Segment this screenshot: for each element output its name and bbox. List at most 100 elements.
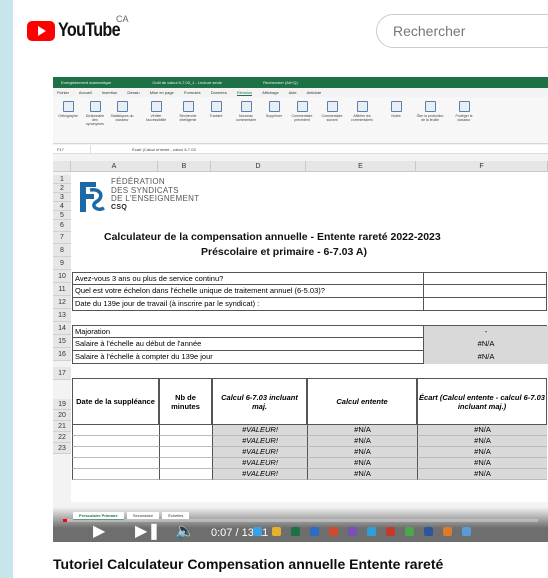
row-number[interactable]: 19 [53,399,71,410]
formula-content: Écart (Calcul entente - calcul 6-7.03 [132,147,196,152]
next-icon[interactable]: ▶❚ [135,524,161,540]
excel-tab: Insertion [101,90,118,95]
row-number[interactable]: 9 [53,257,71,270]
excel-tab: Dessin [127,90,140,95]
search-input[interactable]: Rechercher [376,14,548,48]
sheet-tab[interactable]: Échelles [162,512,190,519]
row-number[interactable]: 6 [53,220,71,232]
row-number[interactable]: 14 [53,322,71,335]
name-box[interactable]: F17 [53,145,91,154]
ribbon-item: Afficher les commentaires [349,100,375,140]
table-cell[interactable]: #VALEUR! [212,425,307,436]
ribbon-item: Recherche intelligente [175,100,201,140]
ribbon-item: Statistiques du classeur [110,100,134,140]
video-player[interactable]: Enregistrement automatique Outil de calc… [53,77,548,542]
table-cell[interactable] [159,425,212,436]
excel-tab-active: Révision [236,90,253,96]
sheet-tab[interactable]: Secondaire [126,512,160,519]
table-cell[interactable] [159,469,212,480]
excel-tab: Antidote [306,90,322,95]
table-cell[interactable]: #VALEUR! [212,469,307,480]
row-number[interactable]: 17 [53,367,71,380]
answer-cell[interactable] [423,298,548,311]
windows-taskbar [253,527,471,536]
progress-played [63,519,68,522]
fse-logo-icon [80,182,105,212]
table-cell[interactable]: #N/A [307,458,417,469]
table-cell[interactable]: #N/A [417,436,547,447]
row-number[interactable]: 3 [53,193,71,202]
table-cell[interactable]: #VALEUR! [212,436,307,447]
col-header-calc-entente: Calcul entente [307,378,417,425]
question-row: Avez-vous 3 ans ou plus de service conti… [72,272,547,286]
table-cell[interactable] [72,425,159,436]
row-number[interactable]: 1 [53,175,71,184]
column-header[interactable]: E [306,161,416,172]
col-header-minutes: Nb de minutes [159,378,212,425]
table-cell[interactable]: #N/A [417,469,547,480]
row-number[interactable]: 15 [53,335,71,348]
row-number[interactable]: 23 [53,443,71,454]
row-number[interactable]: 20 [53,410,71,421]
fse-logo-text: FÉDÉRATION DES SYNDICATS DE L'ENSEIGNEME… [111,177,200,211]
table-cell[interactable] [72,436,159,447]
table-cell[interactable]: #VALEUR! [212,447,307,458]
table-cell[interactable] [72,458,159,469]
progress-bar[interactable] [63,519,538,522]
stats-icon [116,101,128,112]
table-cell[interactable] [72,469,159,480]
excel-ribbon: Orthographe Dictionnaire des synonymes S… [53,97,548,144]
excel-tab: Fichier [57,90,70,95]
excel-tab: Accueil [78,90,92,95]
youtube-play-icon [27,21,55,41]
taskbar-app-icon [253,527,262,536]
row-number[interactable]: 2 [53,184,71,193]
answer-cell[interactable] [423,285,548,298]
row-number[interactable]: 11 [53,283,71,296]
next-comment-icon [326,101,338,112]
table-cell[interactable] [159,458,212,469]
table-cell[interactable] [159,436,212,447]
question-row: Date du 139e jour de travail (à inscrire… [72,298,547,311]
row-number[interactable]: 21 [53,421,71,432]
table-cell[interactable]: #N/A [307,436,417,447]
row-number[interactable]: 5 [53,211,71,220]
table-cell[interactable]: #VALEUR! [212,458,307,469]
spreadsheet-grid[interactable]: FÉDÉRATION DES SYNDICATS DE L'ENSEIGNEME… [71,172,548,502]
row-number[interactable]: 8 [53,244,71,257]
table-cell[interactable]: #N/A [307,425,417,436]
column-header[interactable]: B [158,161,211,172]
formula-bar[interactable]: F17 Écart (Calcul entente - calcul 6-7.0… [53,145,548,154]
row-number[interactable]: 12 [53,296,71,309]
ribbon-item: Orthographe [57,100,79,140]
taskbar-app-icon [310,527,319,536]
taskbar-app-icon [462,527,471,536]
excel-tab: Mise en page [149,90,174,95]
row-number[interactable]: 7 [53,232,71,244]
select-all-corner[interactable] [53,161,71,172]
row-number[interactable]: 16 [53,348,71,361]
video-title[interactable]: Tutoriel Calculateur Compensation annuel… [53,556,443,572]
row-number[interactable]: 4 [53,202,71,211]
volume-icon[interactable]: 🔈 [175,524,195,540]
table-cell[interactable]: #N/A [417,458,547,469]
table-cell[interactable]: #N/A [307,447,417,458]
taskbar-app-icon [291,527,300,536]
row-number[interactable]: 22 [53,432,71,443]
table-cell[interactable] [72,447,159,458]
taskbar-app-icon [329,527,338,536]
play-icon[interactable]: ▶ [93,524,105,540]
column-header[interactable]: F [416,161,548,172]
table-cell[interactable] [159,447,212,458]
prev-comment-icon [296,101,308,112]
column-header[interactable]: A [71,161,158,172]
row-number[interactable]: 13 [53,309,71,322]
ribbon-item: Supprimer [263,100,285,140]
table-cell[interactable]: #N/A [307,469,417,480]
ribbon-item: Commentaire précédent [289,100,315,140]
row-number[interactable]: 10 [53,270,71,283]
ribbon-item: Ôter la protection de la feuille [415,100,445,140]
table-cell[interactable]: #N/A [417,447,547,458]
column-header[interactable]: D [211,161,306,172]
table-cell[interactable]: #N/A [417,425,547,436]
